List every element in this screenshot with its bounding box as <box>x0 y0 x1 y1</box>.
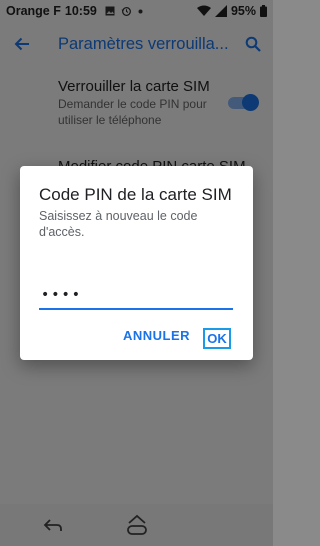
ok-button[interactable]: OK <box>203 328 231 349</box>
sim-pin-dialog: Code PIN de la carte SIM Saisissez à nou… <box>20 166 253 360</box>
cancel-button[interactable]: ANNULER <box>123 328 190 343</box>
dialog-message: Saisissez à nouveau le code d'accès. <box>39 209 198 239</box>
dialog-title: Code PIN de la carte SIM <box>39 185 232 204</box>
pin-input[interactable] <box>39 282 233 310</box>
